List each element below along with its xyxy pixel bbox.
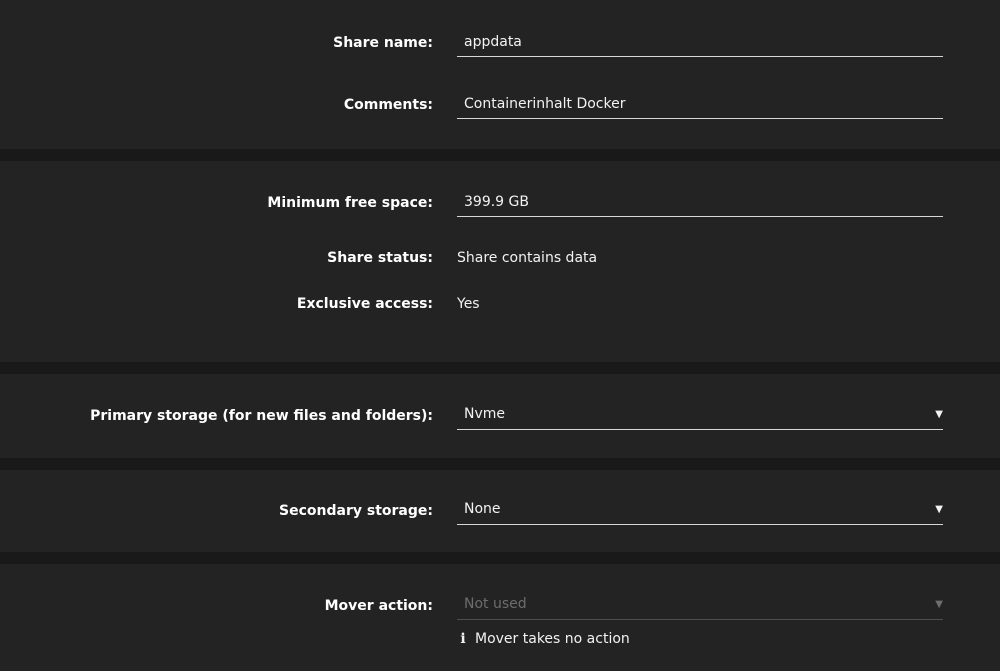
mover-action-value: Not used (464, 596, 527, 612)
min-free-space-row: Minimum free space: (0, 187, 1000, 217)
secondary-storage-row: Secondary storage: None ▼ (0, 499, 1000, 525)
mover-action-select: Not used ▼ (457, 590, 943, 620)
share-name-field[interactable] (457, 27, 943, 57)
mover-action-row: Mover action: Not used ▼ (0, 594, 1000, 620)
comments-label: Comments: (343, 97, 433, 113)
primary-storage-select[interactable]: Nvme ▼ (457, 400, 943, 430)
comments-input[interactable] (457, 89, 943, 118)
share-status-row: Share status: Share contains data (0, 246, 1000, 270)
mover-action-label: Mover action: (324, 598, 433, 614)
share-settings-page: Share name: Comments: Minimum free space… (0, 0, 1000, 671)
exclusive-access-row: Exclusive access: Yes (0, 292, 1000, 316)
exclusive-access-label: Exclusive access: (296, 296, 433, 312)
secondary-storage-select[interactable]: None ▼ (457, 495, 943, 525)
mover-info: i Mover takes no action (457, 628, 630, 650)
mover-info-text: Mover takes no action (475, 631, 630, 647)
share-name-input[interactable] (457, 27, 943, 56)
exclusive-access-value: Yes (457, 296, 480, 312)
secondary-storage-label: Secondary storage: (279, 503, 433, 519)
primary-storage-label: Primary storage (for new files and folde… (90, 408, 433, 424)
triangle-down-icon: ▼ (935, 409, 943, 420)
primary-storage-value: Nvme (464, 406, 506, 422)
comments-field[interactable] (457, 89, 943, 119)
min-free-space-field[interactable] (457, 187, 943, 217)
share-status-value: Share contains data (457, 250, 598, 266)
primary-storage-row: Primary storage (for new files and folde… (0, 404, 1000, 430)
triangle-down-icon: ▼ (935, 599, 943, 610)
share-status-label: Share status: (327, 250, 433, 266)
share-name-label: Share name: (333, 35, 433, 51)
triangle-down-icon: ▼ (935, 504, 943, 515)
min-free-space-label: Minimum free space: (267, 195, 433, 211)
min-free-space-input[interactable] (457, 187, 943, 216)
share-name-row: Share name: (0, 27, 1000, 57)
info-icon: i (460, 631, 466, 647)
share-basics-section (0, 0, 1000, 149)
comments-row: Comments: (0, 89, 1000, 119)
secondary-storage-value: None (464, 501, 501, 517)
